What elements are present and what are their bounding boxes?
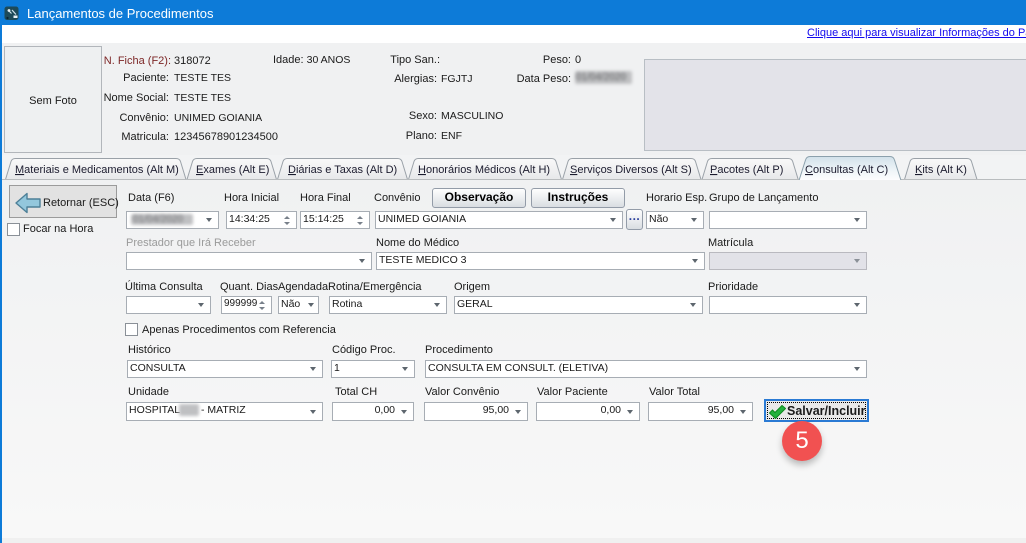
- svg-text:Exames (Alt E): Exames (Alt E): [196, 164, 269, 176]
- svg-text:Pacotes (Alt P): Pacotes (Alt P): [710, 164, 783, 176]
- svg-text:Materiais e Medicamentos (Alt: Materiais e Medicamentos (Alt M): [15, 164, 179, 176]
- svg-text:Serviços Diversos (Alt S): Serviços Diversos (Alt S): [570, 164, 692, 176]
- svg-text:Consultas (Alt C): Consultas (Alt C): [805, 164, 888, 176]
- svg-text:Honorários Médicos (Alt H): Honorários Médicos (Alt H): [418, 164, 550, 176]
- svg-text:Diárias e Taxas (Alt D): Diárias e Taxas (Alt D): [288, 164, 397, 176]
- svg-text:Kits (Alt K): Kits (Alt K): [915, 164, 967, 176]
